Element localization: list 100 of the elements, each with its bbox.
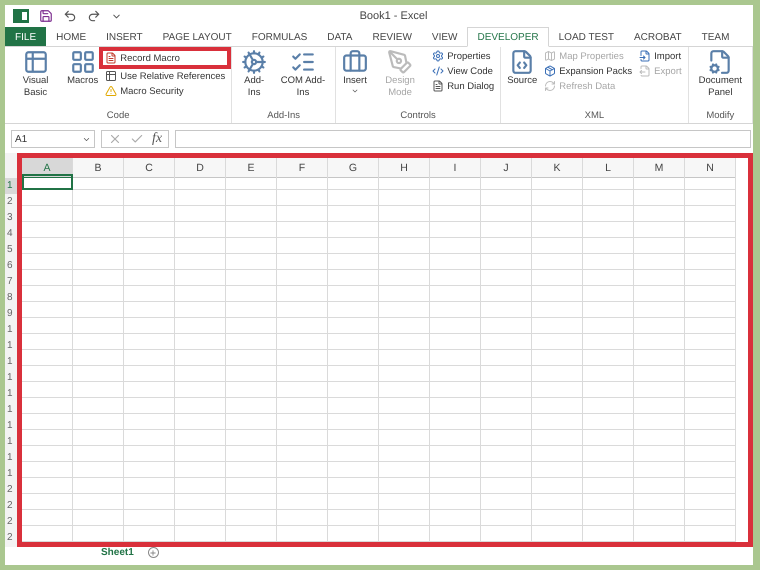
grid-cell[interactable] — [277, 334, 328, 350]
grid-cell[interactable] — [481, 350, 532, 366]
grid-cell[interactable] — [22, 254, 73, 270]
grid-cell[interactable] — [124, 478, 175, 494]
grid-cell[interactable] — [175, 414, 226, 430]
grid-cell[interactable] — [532, 494, 583, 510]
grid-cell[interactable] — [277, 254, 328, 270]
grid-cell[interactable] — [430, 334, 481, 350]
grid-cell[interactable] — [430, 174, 481, 190]
grid-cell[interactable] — [328, 190, 379, 206]
grid-cell[interactable] — [73, 430, 124, 446]
row-header[interactable]: 1 — [5, 322, 17, 338]
grid-cell[interactable] — [328, 286, 379, 302]
grid-cell[interactable] — [685, 478, 736, 494]
grid-cell[interactable] — [583, 350, 634, 366]
column-header[interactable]: B — [73, 158, 124, 178]
grid-cell[interactable] — [22, 334, 73, 350]
grid-cell[interactable] — [634, 366, 685, 382]
grid-cell[interactable] — [430, 398, 481, 414]
column-header[interactable]: C — [124, 158, 175, 178]
grid-cell[interactable] — [328, 462, 379, 478]
grid-cell[interactable] — [73, 302, 124, 318]
grid-cell[interactable] — [634, 430, 685, 446]
grid-cell[interactable] — [430, 350, 481, 366]
grid-cell[interactable] — [175, 318, 226, 334]
grid-cell[interactable] — [379, 462, 430, 478]
grid-cell[interactable] — [226, 238, 277, 254]
grid-cell[interactable] — [430, 494, 481, 510]
grid-cell[interactable] — [685, 382, 736, 398]
grid-cell[interactable] — [73, 334, 124, 350]
grid-cell[interactable] — [73, 270, 124, 286]
grid-cell[interactable] — [685, 302, 736, 318]
grid-cell[interactable] — [328, 206, 379, 222]
grid-cell[interactable] — [634, 334, 685, 350]
grid-cell[interactable] — [685, 238, 736, 254]
column-header[interactable]: G — [328, 158, 379, 178]
redo-icon[interactable] — [87, 9, 101, 23]
grid-cell[interactable] — [583, 414, 634, 430]
grid-cell[interactable] — [685, 174, 736, 190]
insert-function-button[interactable]: fx — [152, 131, 162, 147]
grid-cell[interactable] — [481, 526, 532, 542]
grid-cell[interactable] — [22, 446, 73, 462]
grid-cell[interactable] — [481, 462, 532, 478]
grid-cell[interactable] — [328, 382, 379, 398]
grid-cell[interactable] — [379, 190, 430, 206]
grid-cell[interactable] — [175, 446, 226, 462]
grid-cell[interactable] — [175, 270, 226, 286]
grid-cell[interactable] — [481, 302, 532, 318]
row-header[interactable]: 6 — [5, 258, 17, 274]
row-header[interactable]: 1 — [5, 434, 17, 450]
grid-cell[interactable] — [328, 510, 379, 526]
grid-cell[interactable] — [124, 398, 175, 414]
grid-cell[interactable] — [124, 238, 175, 254]
grid-cell[interactable] — [226, 174, 277, 190]
grid-cell[interactable] — [73, 382, 124, 398]
grid-cell[interactable] — [430, 446, 481, 462]
grid-cell[interactable] — [175, 286, 226, 302]
grid-cell[interactable] — [175, 190, 226, 206]
ribbon-button[interactable]: Macros — [65, 49, 100, 110]
grid-cell[interactable] — [685, 222, 736, 238]
grid-cell[interactable] — [328, 366, 379, 382]
grid-cell[interactable] — [124, 382, 175, 398]
grid-cell[interactable] — [175, 526, 226, 542]
grid-cell[interactable] — [634, 478, 685, 494]
grid-cell[interactable] — [634, 302, 685, 318]
grid-cell[interactable] — [277, 430, 328, 446]
grid-cell[interactable] — [226, 190, 277, 206]
grid-cell[interactable] — [685, 190, 736, 206]
grid-cell[interactable] — [685, 446, 736, 462]
grid-cell[interactable] — [379, 414, 430, 430]
grid-cell[interactable] — [532, 398, 583, 414]
grid-cell[interactable] — [277, 462, 328, 478]
grid-cell[interactable] — [328, 302, 379, 318]
column-header[interactable]: K — [532, 158, 583, 178]
grid-cell[interactable] — [226, 510, 277, 526]
grid-cell[interactable] — [685, 526, 736, 542]
ribbon-button[interactable]: Record Macro — [103, 51, 182, 65]
grid-cell[interactable] — [481, 270, 532, 286]
grid-cell[interactable] — [685, 270, 736, 286]
row-header[interactable]: 9 — [5, 306, 17, 322]
grid-cell[interactable] — [583, 334, 634, 350]
grid-cell[interactable] — [634, 270, 685, 286]
grid-cell[interactable] — [532, 430, 583, 446]
grid-cell[interactable] — [226, 478, 277, 494]
formula-input[interactable] — [175, 130, 751, 148]
grid-cell[interactable] — [379, 334, 430, 350]
grid-cell[interactable] — [379, 398, 430, 414]
row-header[interactable]: 4 — [5, 226, 17, 242]
grid-cell[interactable] — [583, 254, 634, 270]
grid-cell[interactable] — [481, 414, 532, 430]
grid-cell[interactable] — [277, 174, 328, 190]
row-header[interactable]: 2 — [5, 514, 17, 530]
grid-cell[interactable] — [583, 302, 634, 318]
grid-cell[interactable] — [22, 190, 73, 206]
column-header[interactable]: D — [175, 158, 226, 178]
grid-cell[interactable] — [685, 430, 736, 446]
grid-cell[interactable] — [583, 222, 634, 238]
grid-cell[interactable] — [226, 398, 277, 414]
grid-cell[interactable] — [379, 446, 430, 462]
selected-cell[interactable] — [22, 174, 73, 190]
